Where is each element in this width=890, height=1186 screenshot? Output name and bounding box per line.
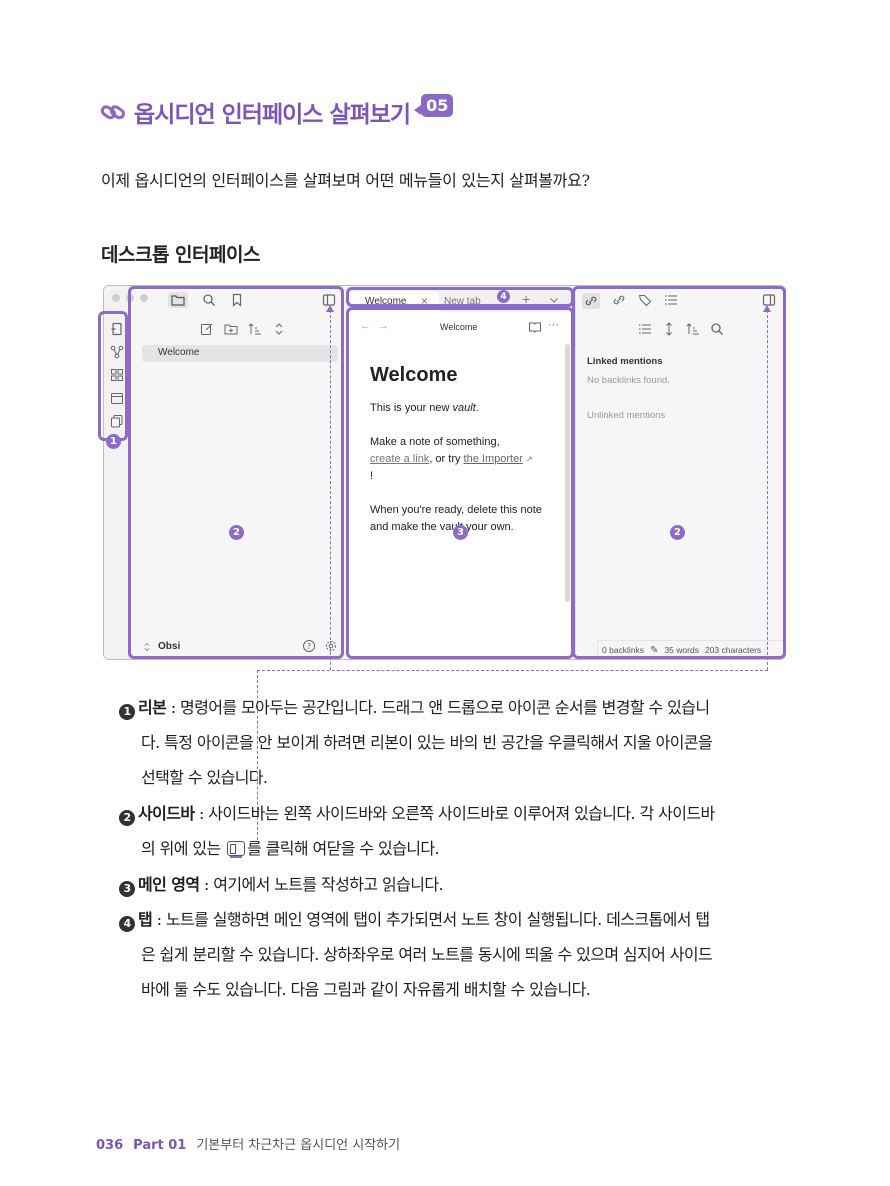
connector-line — [330, 310, 331, 670]
callout-1: 1 — [106, 434, 121, 449]
section-number: 05 — [421, 93, 454, 117]
item-label: 사이드바 — [138, 804, 195, 823]
item-text: : 노트를 실행하면 메인 영역에 탭이 추가되면서 노트 창이 실행됩니다. … — [152, 910, 710, 929]
connector-line — [257, 670, 768, 671]
item-number: 1 — [119, 703, 135, 720]
sidebar-toggle-icon — [227, 841, 246, 856]
connector-arrow — [763, 305, 771, 312]
intro-text: 이제 옵시디언의 인터페이스를 살펴보며 어떤 메뉴들이 있는지 살펴볼까요? — [101, 171, 590, 190]
right-sidebar-highlight-box — [572, 286, 786, 659]
main-area-highlight-box — [346, 307, 574, 659]
item-text: 바에 둘 수도 있습니다. 다음 그림과 같이 자유롭게 배치할 수 있습니다. — [141, 980, 591, 999]
item-text: 를 클릭해 여닫을 수 있습니다. — [247, 839, 439, 858]
ribbon-highlight-box — [98, 311, 128, 441]
item-label: 탭 — [138, 910, 153, 929]
list-item-ribbon: 1 리본 : 명령어를 모아두는 공간입니다. 드래그 앤 드롭으로 아이콘 순서… — [101, 690, 791, 795]
tab-bar-highlight-box — [346, 287, 574, 307]
section-heading: 옵시디언 인터페이스 살펴보기 05 — [100, 92, 454, 132]
connector-line — [767, 310, 768, 670]
item-text: 은 쉽게 분리할 수 있습니다. 상하좌우로 여러 노트를 동시에 띄울 수 있… — [141, 945, 713, 964]
item-number: 2 — [119, 809, 135, 826]
chapter-title: 기본부터 차근차근 옵시디언 시작하기 — [196, 1138, 401, 1153]
list-item-sidebar: 2 사이드바 : 사이드바는 왼쪽 사이드바와 오른쪽 사이드바로 이루어져 있습… — [101, 796, 791, 866]
part-label: Part 01 — [133, 1138, 187, 1153]
item-text: 의 위에 있는 — [141, 839, 226, 858]
callout-4: 4 — [497, 290, 510, 303]
item-number: 3 — [119, 880, 135, 897]
list-item-main-area: 3 메인 영역 : 여기에서 노트를 작성하고 읽습니다. — [101, 867, 791, 902]
callout-2-left: 2 — [229, 525, 244, 540]
sub-heading: 데스크톱 인터페이스 — [101, 244, 260, 266]
callout-3: 3 — [453, 525, 468, 540]
item-label: 메인 영역 — [138, 875, 200, 894]
item-text: : 여기에서 노트를 작성하고 읽습니다. — [199, 875, 444, 894]
item-text: 다. 특정 아이콘을 안 보이게 하려면 리본이 있는 바의 빈 공간을 우클릭… — [141, 733, 713, 752]
item-text: 선택할 수 있습니다. — [141, 768, 268, 787]
list-item-tabs: 4탭 : 노트를 실행하면 메인 영역에 탭이 추가되면서 노트 창이 실행됩니… — [101, 902, 791, 1007]
item-text: : 사이드바는 왼쪽 사이드바와 오른쪽 사이드바로 이루어져 있습니다. 각 … — [194, 804, 715, 823]
section-number-badge: 05 — [414, 93, 454, 117]
window-dot[interactable] — [112, 294, 120, 302]
page-number: 036 — [96, 1138, 124, 1153]
section-title: 옵시디언 인터페이스 살펴보기 — [134, 102, 411, 128]
link-chain-icon — [100, 99, 126, 125]
page-footer: 036 Part 01 기본부터 차근차근 옵시디언 시작하기 — [96, 1134, 400, 1153]
item-number: 4 — [119, 915, 135, 932]
item-text: : 명령어를 모아두는 공간입니다. 드래그 앤 드롭으로 아이콘 순서를 변경… — [166, 698, 710, 717]
left-sidebar-highlight-box — [128, 286, 344, 659]
item-label: 리본 — [138, 698, 167, 717]
connector-arrow — [326, 305, 334, 312]
callout-2-right: 2 — [670, 525, 685, 540]
